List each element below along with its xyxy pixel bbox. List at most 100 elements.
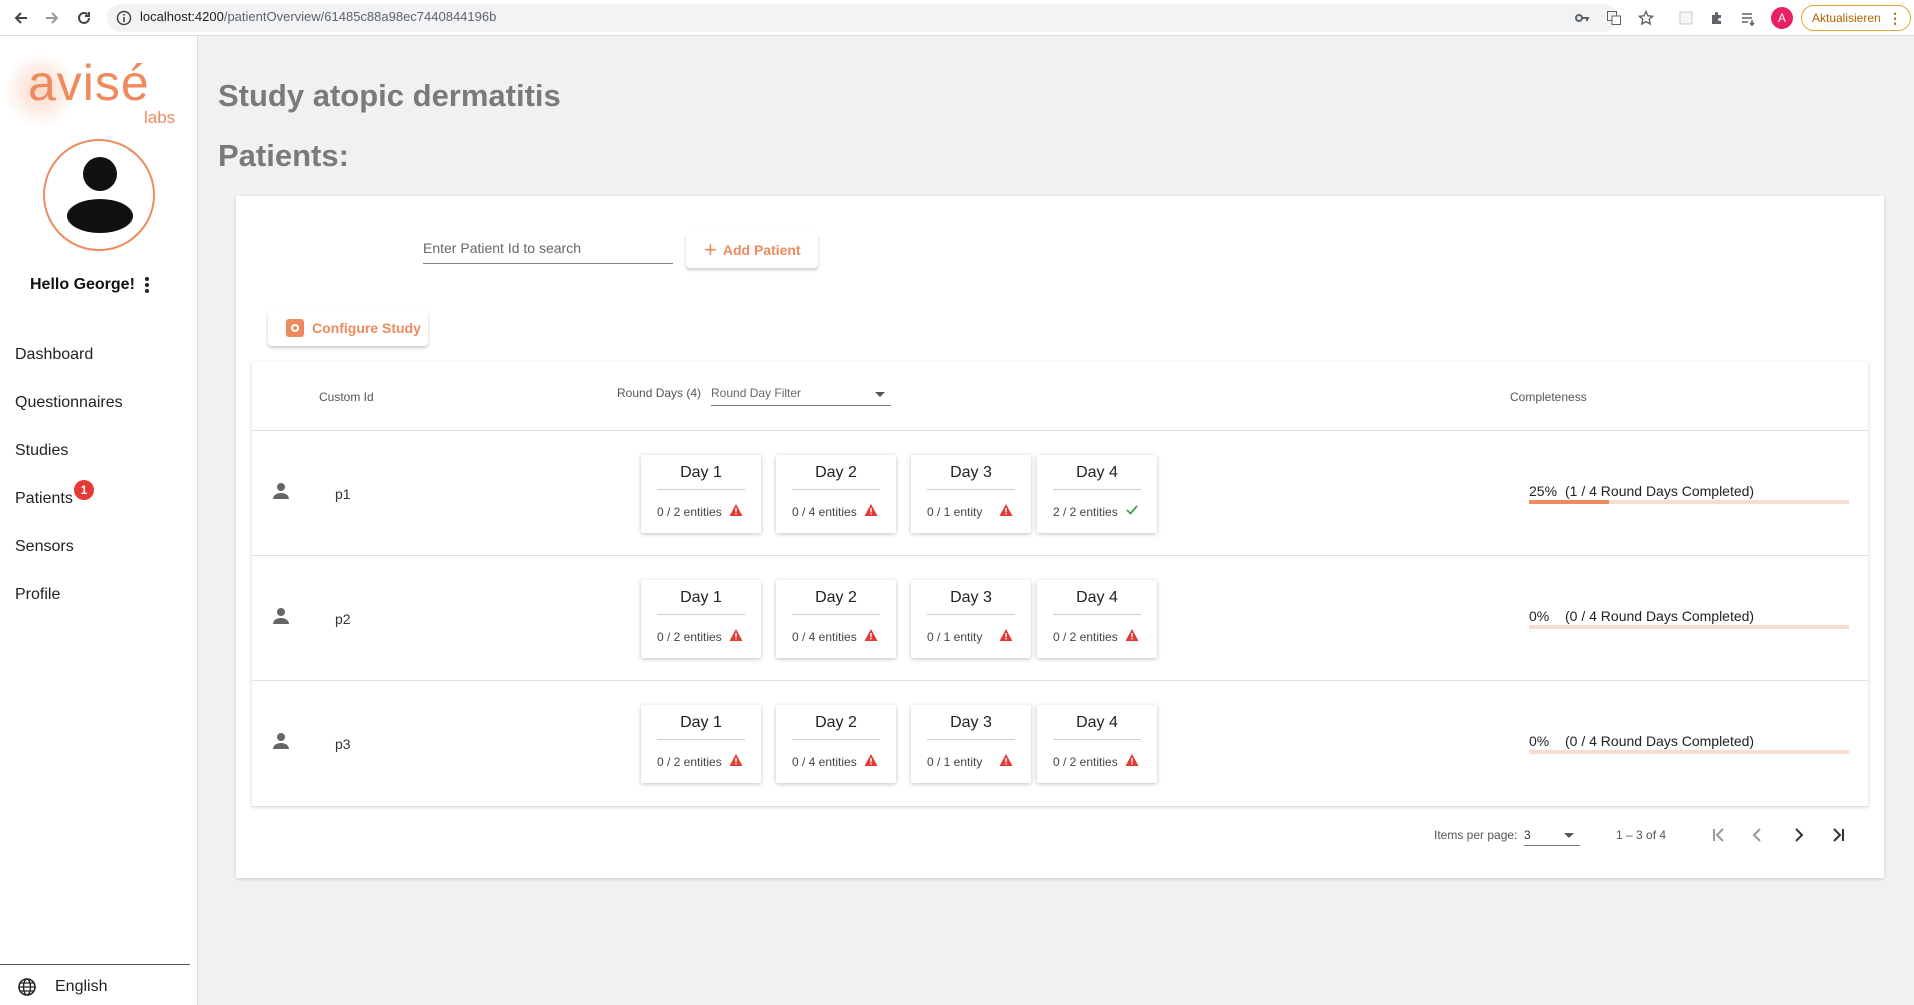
- forward-arrow-icon[interactable]: [41, 7, 63, 29]
- menu-dots-icon: ⋮: [1888, 10, 1902, 26]
- patients-badge: 1: [74, 480, 94, 500]
- next-page-icon[interactable]: [1786, 823, 1810, 847]
- row-divider: [252, 806, 1868, 807]
- round-day-entity-count: 0 / 4 entities: [792, 505, 857, 519]
- round-day-entity-count: 0 / 2 entities: [657, 630, 722, 644]
- round-day-filter[interactable]: Round Day Filter: [711, 384, 891, 406]
- account-avatar[interactable]: A: [1771, 7, 1793, 29]
- round-day-title: Day 1: [680, 464, 722, 481]
- plus-icon: +: [704, 237, 717, 262]
- last-page-icon[interactable]: [1826, 823, 1850, 847]
- user-menu-icon[interactable]: [141, 274, 153, 296]
- round-day-title: Day 4: [1076, 714, 1118, 731]
- round-day-divider: [657, 489, 745, 490]
- round-day-entity-count: 0 / 1 entity: [927, 630, 983, 644]
- logo-text: avisé: [28, 55, 150, 111]
- round-day-card[interactable]: Day 3 0 / 1 entity: [911, 455, 1031, 533]
- add-patient-label: Add Patient: [722, 242, 801, 258]
- round-day-card[interactable]: Day 4 0 / 2 entities: [1037, 580, 1157, 658]
- info-icon[interactable]: [116, 10, 132, 26]
- completeness-percent: 0%: [1529, 608, 1550, 624]
- extension-placeholder-icon[interactable]: [1676, 8, 1696, 28]
- logo[interactable]: avisé labs: [6, 46, 186, 138]
- patient-id[interactable]: p2: [335, 611, 351, 627]
- patient-id[interactable]: p3: [335, 736, 351, 752]
- puzzle-icon[interactable]: [1707, 8, 1727, 28]
- sidebar-item-dashboard[interactable]: Dashboard: [15, 346, 93, 364]
- person-icon: [272, 482, 290, 500]
- sidebar-item-studies[interactable]: Studies: [15, 442, 68, 460]
- completeness-percent: 25%: [1529, 483, 1558, 499]
- patient-search-input[interactable]: [423, 240, 673, 256]
- round-day-card[interactable]: Day 1 0 / 2 entities: [641, 705, 761, 783]
- first-page-icon[interactable]: [1707, 823, 1731, 847]
- sidebar-item-patients[interactable]: Patients: [15, 490, 73, 508]
- round-day-title: Day 1: [680, 714, 722, 731]
- bookmark-star-icon[interactable]: [1636, 8, 1656, 28]
- round-day-entity-count: 0 / 2 entities: [657, 755, 722, 769]
- round-day-title: Day 3: [950, 714, 992, 731]
- completeness-text: 0% (0 / 4 Round Days Completed): [1529, 733, 1754, 749]
- completeness-progress-fill: [1529, 500, 1609, 504]
- person-icon: [272, 732, 290, 750]
- round-day-card[interactable]: Day 3 0 / 1 entity: [911, 705, 1031, 783]
- language-divider: [0, 964, 190, 965]
- key-icon[interactable]: [1572, 8, 1592, 28]
- page-range: 1 – 3 of 4: [1616, 828, 1667, 842]
- configure-study-button[interactable]: Configure Study: [268, 310, 428, 346]
- patient-search-field[interactable]: [423, 240, 673, 264]
- round-day-entity-count: 0 / 4 entities: [792, 755, 857, 769]
- warning-icon: [999, 628, 1013, 642]
- language-selector[interactable]: English: [55, 978, 107, 996]
- round-day-card[interactable]: Day 1 0 / 2 entities: [641, 455, 761, 533]
- warning-icon: [1125, 628, 1139, 642]
- round-day-divider: [1053, 614, 1141, 615]
- translate-icon[interactable]: [1604, 8, 1624, 28]
- sidebar: avisé labs Hello George!: [0, 36, 198, 1005]
- update-button[interactable]: Aktualisieren ⋮: [1801, 5, 1911, 31]
- globe-icon[interactable]: [17, 977, 37, 997]
- round-day-title: Day 3: [950, 464, 992, 481]
- settings-icon: [286, 319, 304, 337]
- logo-sub: labs: [144, 108, 176, 127]
- add-patient-button[interactable]: + Add Patient: [686, 232, 818, 268]
- round-day-entity-count: 2 / 2 entities: [1053, 505, 1118, 519]
- round-day-card[interactable]: Day 4 2 / 2 entities: [1037, 455, 1157, 533]
- header-custom-id: Custom Id: [319, 390, 374, 404]
- round-day-entity-count: 0 / 1 entity: [927, 505, 983, 519]
- completeness-progress-bar: [1529, 500, 1849, 504]
- sidebar-item-questionnaires[interactable]: Questionnaires: [15, 394, 123, 412]
- round-day-divider: [1053, 739, 1141, 740]
- sidebar-item-profile[interactable]: Profile: [15, 586, 60, 604]
- patient-id[interactable]: p1: [335, 486, 351, 502]
- round-day-card[interactable]: Day 2 0 / 4 entities: [776, 705, 896, 783]
- warning-icon: [999, 503, 1013, 517]
- round-day-title: Day 4: [1076, 464, 1118, 481]
- round-day-card[interactable]: Day 4 0 / 2 entities: [1037, 705, 1157, 783]
- completeness-progress-bar: [1529, 625, 1849, 629]
- section-title: Patients:: [218, 138, 349, 173]
- caret-down-icon: [875, 392, 885, 397]
- update-label: Aktualisieren: [1812, 11, 1881, 25]
- reading-list-icon[interactable]: [1738, 8, 1758, 28]
- warning-icon: [864, 753, 878, 767]
- page-size-select[interactable]: 3: [1524, 824, 1580, 846]
- round-day-title: Day 1: [680, 589, 722, 606]
- header-completeness: Completeness: [1510, 390, 1587, 404]
- back-arrow-icon[interactable]: [10, 7, 32, 29]
- round-day-card[interactable]: Day 3 0 / 1 entity: [911, 580, 1031, 658]
- round-day-title: Day 2: [815, 589, 857, 606]
- previous-page-icon[interactable]: [1746, 823, 1770, 847]
- round-day-divider: [1053, 489, 1141, 490]
- row-divider: [252, 430, 1868, 431]
- round-day-card[interactable]: Day 1 0 / 2 entities: [641, 580, 761, 658]
- round-day-entity-count: 0 / 4 entities: [792, 630, 857, 644]
- round-day-divider: [657, 739, 745, 740]
- avatar-body: [67, 199, 133, 233]
- sidebar-item-sensors[interactable]: Sensors: [15, 538, 74, 556]
- round-day-card[interactable]: Day 2 0 / 4 entities: [776, 580, 896, 658]
- round-day-divider: [657, 614, 745, 615]
- completeness-label: (0 / 4 Round Days Completed): [1565, 733, 1755, 749]
- reload-icon[interactable]: [73, 7, 95, 29]
- round-day-card[interactable]: Day 2 0 / 4 entities: [776, 455, 896, 533]
